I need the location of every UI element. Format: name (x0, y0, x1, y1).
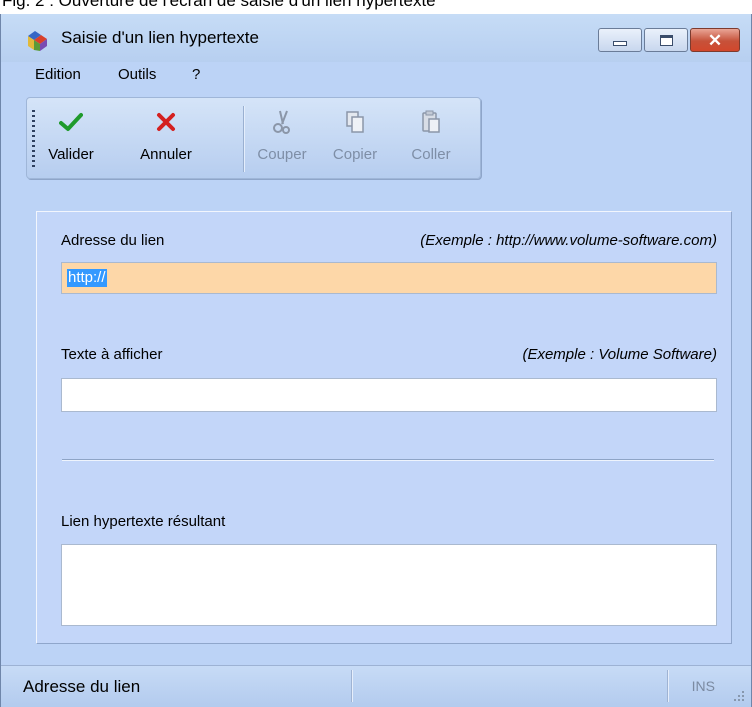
cancel-button[interactable]: Annuler (125, 98, 207, 178)
paste-button[interactable]: Coller (401, 98, 461, 178)
display-text-input[interactable] (61, 378, 717, 412)
dialog-window: Saisie d'un lien hypertexte ✕ Edition Ou… (0, 14, 752, 707)
toolbar-separator (243, 106, 244, 172)
toolbar: Valider Annuler Couper Copier Coller (26, 97, 481, 179)
maximize-icon (659, 34, 673, 46)
maximize-button[interactable] (644, 28, 688, 52)
menu-edition[interactable]: Edition (35, 66, 81, 83)
cancel-label: Annuler (140, 146, 192, 163)
checkmark-icon (57, 108, 85, 136)
display-text-label: Texte à afficher (61, 346, 163, 363)
status-separator (667, 670, 668, 702)
form-divider (62, 459, 714, 460)
cut-button[interactable]: Couper (249, 98, 315, 178)
toolbar-grip[interactable] (32, 110, 35, 170)
result-textarea[interactable] (61, 544, 717, 626)
address-label: Adresse du lien (61, 232, 165, 249)
scissors-icon (268, 108, 296, 136)
menu-outils[interactable]: Outils (118, 66, 156, 83)
paste-icon (417, 108, 445, 136)
cross-icon (152, 108, 180, 136)
display-text-hint: (Exemple : Volume Software) (522, 346, 717, 363)
cut-label: Couper (257, 146, 307, 163)
close-button[interactable]: ✕ (690, 28, 740, 52)
menu-bar: Edition Outils ? (1, 66, 751, 90)
insert-mode-indicator: INS (691, 678, 715, 694)
copy-icon (341, 108, 369, 136)
books-icon (25, 28, 51, 52)
copy-button[interactable]: Copier (324, 98, 386, 178)
result-label: Lien hypertexte résultant (61, 513, 226, 530)
menu-help[interactable]: ? (192, 66, 200, 83)
status-bar: Adresse du lien INS (1, 665, 751, 707)
resize-grip-icon[interactable] (733, 689, 745, 701)
address-input-value: http:// (67, 269, 107, 287)
paste-label: Coller (411, 146, 451, 163)
address-input[interactable]: http:// (61, 262, 717, 294)
validate-button[interactable]: Valider (41, 98, 101, 178)
title-bar: Saisie d'un lien hypertexte ✕ (1, 14, 751, 62)
copy-label: Copier (332, 146, 378, 163)
address-hint: (Exemple : http://www.volume-software.co… (420, 232, 717, 249)
minimize-button[interactable] (598, 28, 642, 52)
validate-label: Valider (48, 146, 94, 163)
minimize-icon (613, 40, 627, 46)
status-separator (351, 670, 352, 702)
window-controls: ✕ (596, 28, 740, 52)
close-icon: ✕ (707, 30, 723, 50)
status-text: Adresse du lien (23, 677, 141, 696)
figure-caption: Fig. 2 : Ouverture de l'écran de saisie … (2, 0, 436, 10)
form-panel: Adresse du lien (Exemple : http://www.vo… (36, 211, 732, 644)
window-title: Saisie d'un lien hypertexte (61, 28, 259, 47)
